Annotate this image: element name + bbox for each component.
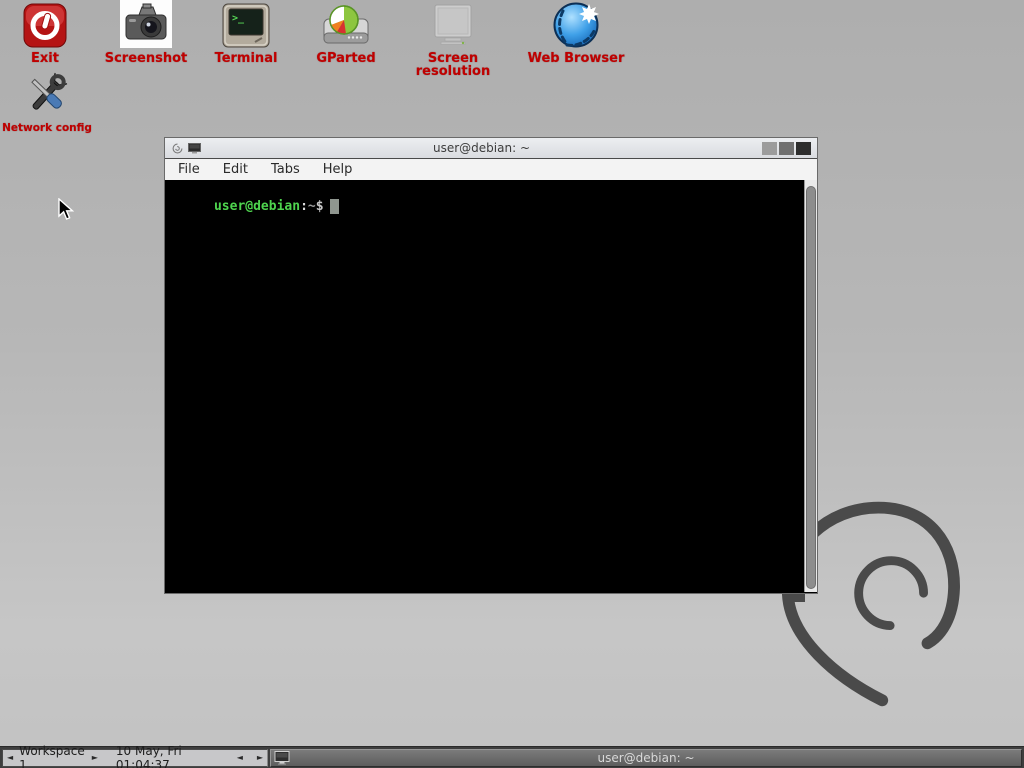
icon-label: GParted [298, 52, 394, 65]
icon-label: Screen resolution [390, 52, 516, 78]
workspace-label[interactable]: Workspace 1 [19, 744, 86, 768]
desktop-icon-gparted[interactable]: GParted [298, 0, 394, 65]
minimize-button[interactable] [762, 142, 777, 155]
menu-file[interactable]: File [176, 160, 202, 179]
window-menu-swirl-icon[interactable] [172, 143, 183, 154]
terminal-scrollbar[interactable] [804, 180, 817, 592]
window-title: user@debian: ~ [201, 141, 762, 155]
icon-label: Exit [0, 52, 90, 65]
taskbar-clock: 10 May, Fri 01:04:37 [116, 744, 223, 768]
terminal-window: user@debian: ~ File Edit Tabs Help user@… [164, 137, 818, 594]
icon-label: Web Browser [518, 52, 634, 65]
menu-help[interactable]: Help [321, 160, 355, 179]
desktop-icon-network-config[interactable]: Network config [2, 70, 92, 135]
scrollbar-thumb[interactable] [806, 186, 816, 589]
task-title: user@debian: ~ [271, 751, 1021, 765]
icon-label: Terminal [198, 52, 294, 65]
window-titlebar[interactable]: user@debian: ~ [165, 138, 817, 158]
tools-icon [2, 70, 92, 118]
prompt-colon: : [300, 199, 308, 214]
power-icon [0, 0, 90, 48]
desktop-icon-exit[interactable]: Exit [0, 0, 90, 65]
terminal-cursor [330, 199, 339, 214]
menu-tabs[interactable]: Tabs [269, 160, 302, 179]
desktop-icon-terminal[interactable]: >_ Terminal [198, 0, 294, 65]
close-button[interactable] [796, 142, 811, 155]
workspace-next-button[interactable]: ► [88, 754, 102, 762]
terminal-screen[interactable]: user@debian:~$ [165, 180, 804, 592]
crt-terminal-icon: >_ [198, 0, 294, 48]
prompt-user: user@debian [214, 199, 300, 214]
pager-next-button[interactable]: ► [253, 754, 267, 762]
menu-edit[interactable]: Edit [221, 160, 250, 179]
taskbar: ◄ Workspace 1 ► 10 May, Fri 01:04:37 ◄ ►… [0, 746, 1024, 768]
globe-icon [518, 0, 634, 48]
maximize-button[interactable] [779, 142, 794, 155]
prompt-symbol: $ [316, 199, 324, 214]
desktop-icon-screen-resolution[interactable]: Screen resolution [390, 0, 516, 78]
pager-prev-button[interactable]: ◄ [233, 754, 247, 762]
desktop: { "desktop": { "label_color": "#c00000",… [0, 0, 1024, 768]
monitor-icon [390, 0, 516, 48]
terminal-icon [188, 143, 201, 154]
icon-label: Network config [2, 122, 92, 135]
workspace-panel: ◄ Workspace 1 ► 10 May, Fri 01:04:37 ◄ ► [2, 749, 268, 767]
desktop-icon-screenshot[interactable]: Screenshot [98, 0, 194, 65]
mouse-cursor [58, 198, 75, 221]
svg-text:>_: >_ [232, 13, 245, 24]
camera-icon [98, 0, 194, 48]
disk-partition-icon [298, 0, 394, 48]
workspace-prev-button[interactable]: ◄ [3, 754, 17, 762]
desktop-icon-web-browser[interactable]: Web Browser [518, 0, 634, 65]
window-resize-grip[interactable] [789, 594, 805, 602]
taskbar-task-terminal[interactable]: user@debian: ~ [270, 749, 1022, 767]
icon-label: Screenshot [98, 52, 194, 65]
window-menubar: File Edit Tabs Help [165, 158, 817, 180]
prompt-path: ~ [308, 199, 316, 214]
